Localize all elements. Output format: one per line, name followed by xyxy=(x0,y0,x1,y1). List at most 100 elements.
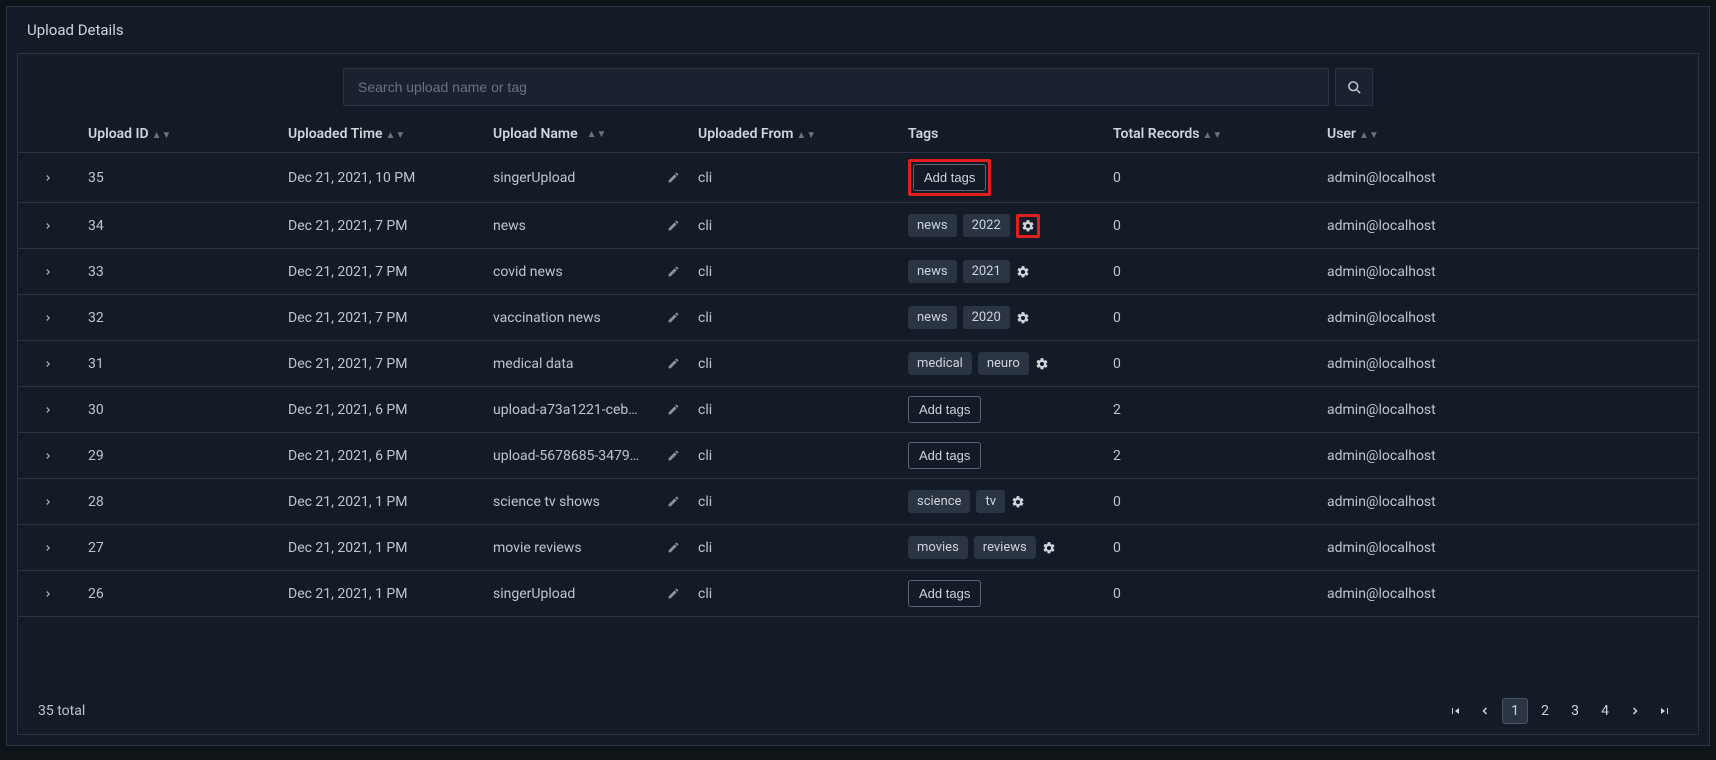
gear-icon[interactable] xyxy=(1016,265,1030,279)
cell-tags: Add tags xyxy=(908,396,1113,423)
expand-row-icon[interactable] xyxy=(43,497,53,507)
edit-name-icon[interactable] xyxy=(667,265,680,278)
cell-upload-name: vaccination news xyxy=(493,310,698,326)
gear-icon[interactable] xyxy=(1042,541,1056,555)
pager-next[interactable] xyxy=(1622,698,1648,724)
gear-icon[interactable] xyxy=(1021,219,1035,233)
table-row: 27Dec 21, 2021, 1 PMmovie reviewsclimovi… xyxy=(18,525,1698,571)
tag-pill[interactable]: 2021 xyxy=(963,260,1010,283)
cell-uploaded-from: cli xyxy=(698,310,908,326)
tag-pill[interactable]: tv xyxy=(976,490,1005,513)
edit-name-icon[interactable] xyxy=(667,587,680,600)
tag-pill[interactable]: movies xyxy=(908,536,968,559)
cell-upload-name: covid news xyxy=(493,264,698,280)
cell-uploaded-time: Dec 21, 2021, 1 PM xyxy=(288,494,493,510)
cell-user: admin@localhost xyxy=(1323,402,1698,418)
tag-pill[interactable]: 2020 xyxy=(963,306,1010,329)
add-tags-button[interactable]: Add tags xyxy=(908,396,981,423)
add-tags-button[interactable]: Add tags xyxy=(908,442,981,469)
sort-icon: ▲▼ xyxy=(386,133,406,138)
table-row: 34Dec 21, 2021, 7 PMnewsclinews20220admi… xyxy=(18,203,1698,249)
search-button[interactable] xyxy=(1335,68,1373,106)
edit-name-icon[interactable] xyxy=(667,357,680,370)
edit-name-icon[interactable] xyxy=(667,449,680,462)
expand-row-icon[interactable] xyxy=(43,543,53,553)
edit-name-icon[interactable] xyxy=(667,311,680,324)
add-tags-button[interactable]: Add tags xyxy=(908,580,981,607)
expand-row-icon[interactable] xyxy=(43,451,53,461)
edit-name-icon[interactable] xyxy=(667,171,680,184)
tag-pill[interactable]: 2022 xyxy=(963,214,1010,237)
table-header: Upload ID▲▼ Uploaded Time▲▼ Upload Name▲… xyxy=(18,116,1698,153)
cell-upload-id: 31 xyxy=(78,356,288,372)
tag-pill[interactable]: news xyxy=(908,260,957,283)
tag-pill[interactable]: news xyxy=(908,306,957,329)
pager-page[interactable]: 2 xyxy=(1532,698,1558,724)
cell-uploaded-from: cli xyxy=(698,218,908,234)
tag-pill[interactable]: science xyxy=(908,490,970,513)
tag-pill[interactable]: neuro xyxy=(978,352,1029,375)
expand-row-icon[interactable] xyxy=(43,405,53,415)
expand-row-icon[interactable] xyxy=(43,173,53,183)
gear-icon[interactable] xyxy=(1035,357,1049,371)
expand-row-icon[interactable] xyxy=(43,221,53,231)
cell-uploaded-time: Dec 21, 2021, 7 PM xyxy=(288,356,493,372)
tag-pill[interactable]: news xyxy=(908,214,957,237)
sort-icon: ▲▼ xyxy=(1202,133,1222,138)
uploads-table: Upload ID▲▼ Uploaded Time▲▼ Upload Name▲… xyxy=(18,116,1698,688)
expand-row-icon[interactable] xyxy=(43,267,53,277)
cell-upload-id: 29 xyxy=(78,448,288,464)
cell-upload-name: upload-a73a1221-ceb2-44 xyxy=(493,402,698,418)
cell-upload-name: news xyxy=(493,218,698,234)
col-user[interactable]: User▲▼ xyxy=(1323,126,1698,142)
expand-row-icon[interactable] xyxy=(43,359,53,369)
expand-row-icon[interactable] xyxy=(43,313,53,323)
cell-uploaded-time: Dec 21, 2021, 7 PM xyxy=(288,264,493,280)
add-tags-button[interactable]: Add tags xyxy=(913,164,986,191)
cell-upload-id: 30 xyxy=(78,402,288,418)
gear-icon[interactable] xyxy=(1011,495,1025,509)
cell-total-records: 0 xyxy=(1113,310,1323,326)
pager-page[interactable]: 4 xyxy=(1592,698,1618,724)
col-upload-id[interactable]: Upload ID▲▼ xyxy=(78,126,288,142)
upload-details-panel: Upload Details Upload ID▲▼ Uploaded Time… xyxy=(6,6,1710,746)
table-row: 28Dec 21, 2021, 1 PMscience tv showsclis… xyxy=(18,479,1698,525)
cell-upload-name: movie reviews xyxy=(493,540,698,556)
col-uploaded-time[interactable]: Uploaded Time▲▼ xyxy=(288,126,493,142)
sort-icon: ▲▼ xyxy=(587,132,607,137)
cell-tags: news 2022 xyxy=(908,214,1113,238)
edit-name-icon[interactable] xyxy=(667,219,680,232)
col-total-records[interactable]: Total Records▲▼ xyxy=(1113,126,1323,142)
tag-pill[interactable]: reviews xyxy=(974,536,1036,559)
tag-pill[interactable]: medical xyxy=(908,352,972,375)
cell-tags: news 2021 xyxy=(908,260,1113,283)
edit-name-icon[interactable] xyxy=(667,403,680,416)
cell-uploaded-time: Dec 21, 2021, 6 PM xyxy=(288,402,493,418)
pagination: 1234 xyxy=(1442,698,1678,724)
pager-page[interactable]: 3 xyxy=(1562,698,1588,724)
table-row: 29Dec 21, 2021, 6 PMupload-5678685-3479-… xyxy=(18,433,1698,479)
cell-total-records: 0 xyxy=(1113,264,1323,280)
gear-icon[interactable] xyxy=(1016,311,1030,325)
cell-upload-id: 26 xyxy=(78,586,288,602)
cell-uploaded-from: cli xyxy=(698,356,908,372)
cell-total-records: 0 xyxy=(1113,170,1323,186)
cell-user: admin@localhost xyxy=(1323,310,1698,326)
cell-user: admin@localhost xyxy=(1323,586,1698,602)
table-row: 31Dec 21, 2021, 7 PMmedical dataclimedic… xyxy=(18,341,1698,387)
col-uploaded-from[interactable]: Uploaded From▲▼ xyxy=(698,126,908,142)
edit-name-icon[interactable] xyxy=(667,495,680,508)
search-input[interactable] xyxy=(343,68,1329,106)
cell-upload-name: upload-5678685-3479-446 xyxy=(493,448,698,464)
col-upload-name[interactable]: Upload Name▲▼ xyxy=(493,126,698,142)
pager-page[interactable]: 1 xyxy=(1502,698,1528,724)
pager-prev[interactable] xyxy=(1472,698,1498,724)
sort-icon: ▲▼ xyxy=(796,133,816,138)
edit-name-icon[interactable] xyxy=(667,541,680,554)
cell-upload-id: 27 xyxy=(78,540,288,556)
expand-row-icon[interactable] xyxy=(43,589,53,599)
panel-body: Upload ID▲▼ Uploaded Time▲▼ Upload Name▲… xyxy=(17,53,1699,735)
cell-tags: medical neuro xyxy=(908,352,1113,375)
pager-last[interactable] xyxy=(1652,698,1678,724)
pager-first[interactable] xyxy=(1442,698,1468,724)
